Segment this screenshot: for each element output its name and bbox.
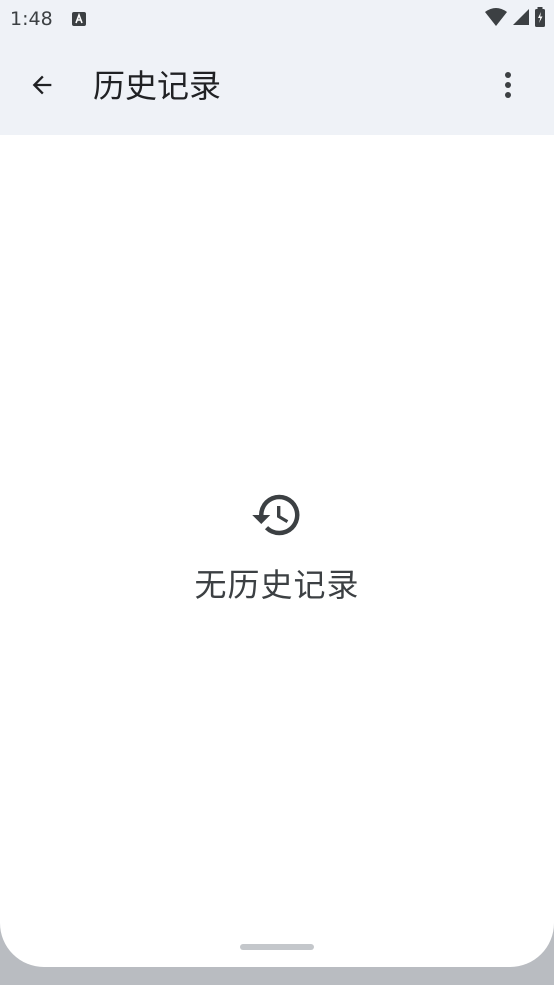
status-time: 1:48	[10, 8, 53, 30]
empty-state: 无历史记录	[0, 488, 554, 606]
arrow-back-icon	[28, 71, 56, 103]
cell-signal-icon	[512, 8, 530, 30]
back-button[interactable]	[18, 63, 66, 111]
screen: 1:48 历史记录 无历史记录	[0, 0, 554, 967]
battery-charging-icon	[534, 7, 546, 31]
status-icons	[484, 7, 546, 31]
gesture-handle[interactable]	[240, 944, 314, 950]
page-title: 历史记录	[93, 67, 222, 105]
status-bar: 1:48	[0, 0, 554, 40]
a-box-icon	[72, 11, 86, 26]
more-vert-icon	[504, 71, 512, 103]
history-icon	[250, 488, 304, 542]
wifi-icon	[484, 7, 508, 31]
more-options-button[interactable]	[484, 63, 532, 111]
app-bar: 历史记录	[0, 40, 554, 135]
empty-message: 无历史记录	[194, 566, 360, 604]
